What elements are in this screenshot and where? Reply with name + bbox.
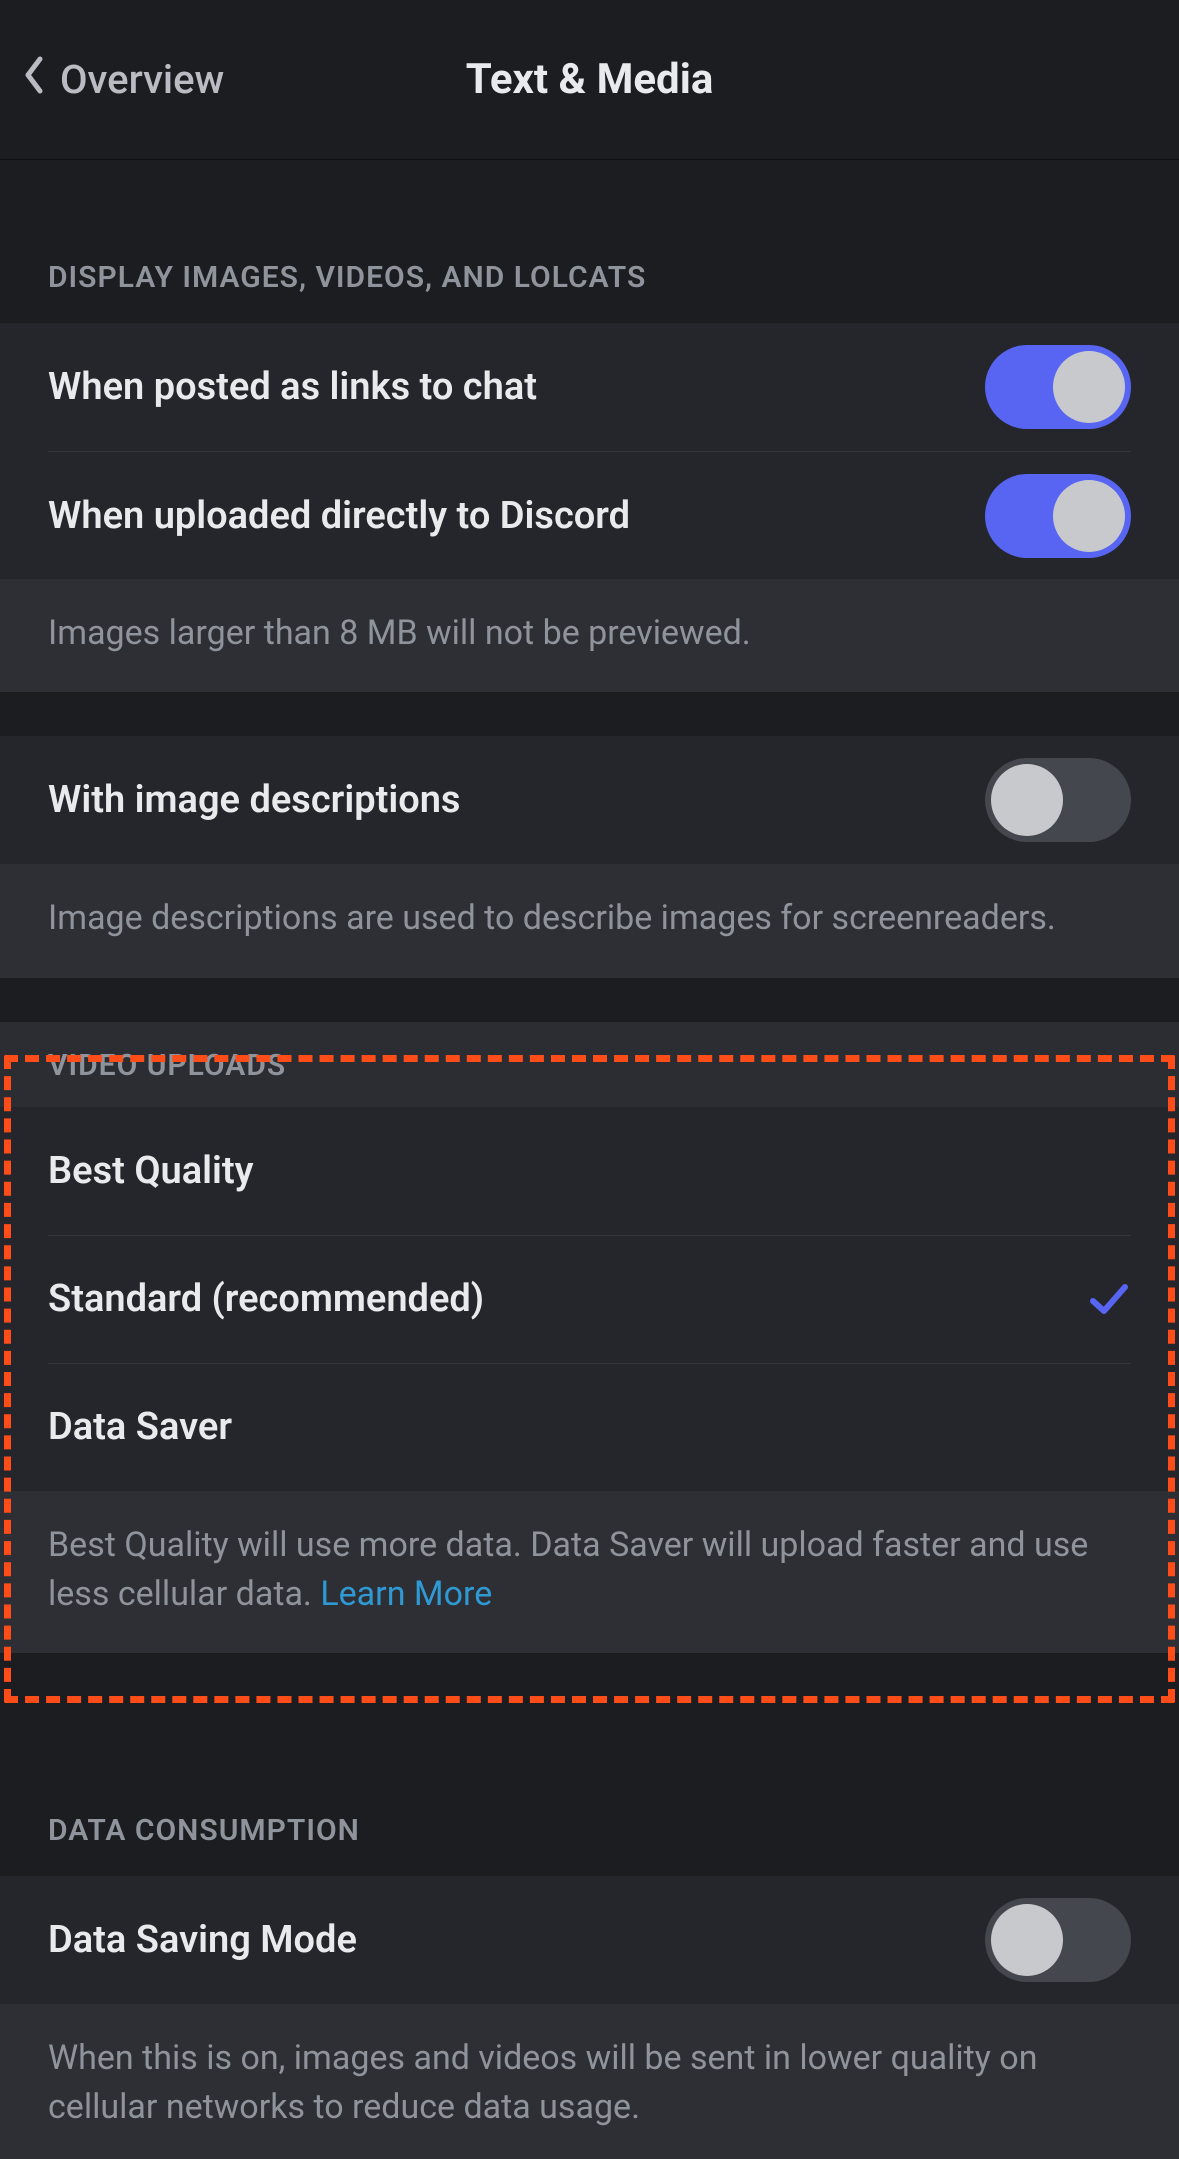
display-media-group: When posted as links to chat When upload… (0, 323, 1179, 579)
row-label: Data Saving Mode (48, 1918, 357, 1962)
toggle-knob (1053, 351, 1125, 423)
option-label: Data Saver (48, 1405, 232, 1449)
header-bar: Overview Text & Media (0, 0, 1179, 160)
option-label: Standard (recommended) (48, 1277, 484, 1321)
toggle-links-to-chat[interactable] (985, 345, 1131, 429)
settings-screen: Overview Text & Media DISPLAY IMAGES, VI… (0, 0, 1179, 2159)
image-descriptions-group: With image descriptions (0, 736, 1179, 864)
section-header-display-media: DISPLAY IMAGES, VIDEOS, AND LOLCATS (0, 260, 1179, 323)
row-label: When uploaded directly to Discord (48, 494, 630, 538)
video-uploads-group: Best Quality Standard (recommended) Data… (0, 1107, 1179, 1491)
footer-data-consumption: When this is on, images and videos will … (0, 2004, 1179, 2159)
option-standard[interactable]: Standard (recommended) (0, 1235, 1179, 1363)
toggle-knob (1053, 480, 1125, 552)
learn-more-link[interactable]: Learn More (320, 1574, 492, 1614)
row-label: When posted as links to chat (48, 365, 537, 409)
toggle-uploaded-directly[interactable] (985, 474, 1131, 558)
option-best-quality[interactable]: Best Quality (0, 1107, 1179, 1235)
section-header-video-uploads: VIDEO UPLOADS (0, 1022, 1179, 1107)
footer-image-descriptions: Image descriptions are used to describe … (0, 864, 1179, 977)
check-icon (1087, 1149, 1131, 1193)
option-label: Best Quality (48, 1149, 254, 1193)
page-title: Text & Media (466, 55, 714, 104)
row-label: With image descriptions (48, 778, 460, 822)
scroll-content[interactable]: DISPLAY IMAGES, VIDEOS, AND LOLCATS When… (0, 160, 1179, 2159)
section-header-data-consumption: DATA CONSUMPTION (0, 1813, 1179, 1876)
toggle-image-descriptions[interactable] (985, 758, 1131, 842)
row-uploaded-directly[interactable]: When uploaded directly to Discord (0, 451, 1179, 579)
row-image-descriptions[interactable]: With image descriptions (0, 736, 1179, 864)
check-icon (1087, 1405, 1131, 1449)
data-consumption-group: Data Saving Mode (0, 1876, 1179, 2004)
toggle-knob (991, 1904, 1063, 1976)
option-data-saver[interactable]: Data Saver (0, 1363, 1179, 1491)
footer-display-media: Images larger than 8 MB will not be prev… (0, 579, 1179, 692)
back-button[interactable]: Overview (20, 0, 224, 159)
toggle-knob (991, 764, 1063, 836)
check-icon (1087, 1277, 1131, 1321)
back-label: Overview (60, 56, 224, 103)
row-links-to-chat[interactable]: When posted as links to chat (0, 323, 1179, 451)
row-data-saving-mode[interactable]: Data Saving Mode (0, 1876, 1179, 2004)
toggle-data-saving-mode[interactable] (985, 1898, 1131, 1982)
chevron-left-icon (20, 55, 48, 105)
footer-text: Best Quality will use more data. Data Sa… (48, 1525, 1088, 1614)
footer-video-uploads: Best Quality will use more data. Data Sa… (0, 1491, 1179, 1654)
